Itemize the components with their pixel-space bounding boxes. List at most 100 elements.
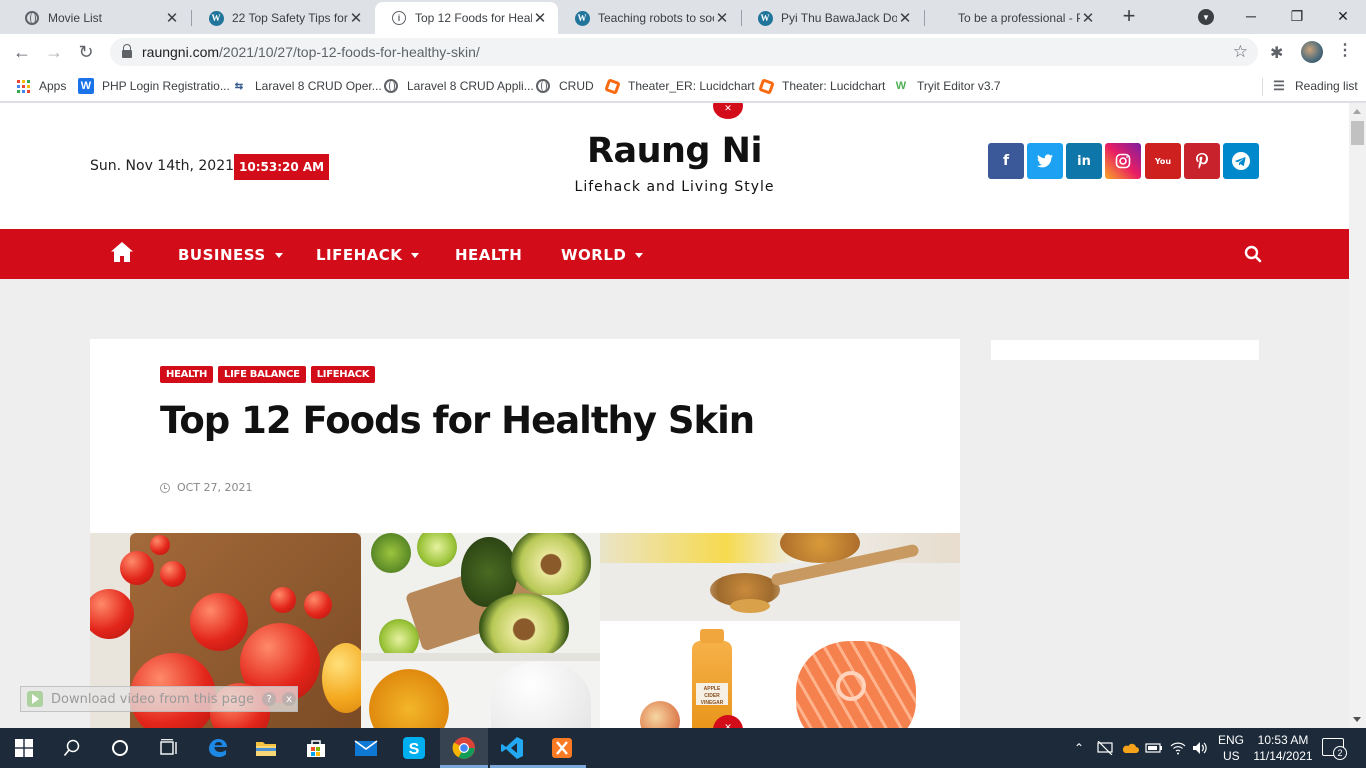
language-indicator[interactable]: ENG US xyxy=(1218,732,1244,764)
vscode-icon[interactable] xyxy=(500,736,524,760)
twitter-icon[interactable] xyxy=(1027,143,1063,179)
instagram-icon[interactable] xyxy=(1105,143,1141,179)
sidebar-widget xyxy=(991,340,1259,360)
lang-line1: ENG xyxy=(1218,733,1245,747)
close-icon[interactable]: ✕ xyxy=(897,9,913,27)
vinegar-salmon-photo: APPLE CIDER VINEGAR xyxy=(600,621,960,728)
telegram-icon[interactable] xyxy=(1223,143,1259,179)
wifi-icon[interactable] xyxy=(1170,728,1186,768)
profile-avatar[interactable] xyxy=(1301,41,1323,63)
bookmark-theater-er[interactable]: Theater_ER: Lucidchart xyxy=(603,77,755,95)
tab-strip: Movie List ✕ W 22 Top Safety Tips for Tr… xyxy=(0,0,1366,34)
address-bar[interactable]: raungni.com/2021/10/27/top-12-foods-for-… xyxy=(110,38,1258,66)
nav-health[interactable]: HEALTH xyxy=(455,246,522,264)
bookmark-star-icon[interactable]: ☆ xyxy=(1233,42,1248,62)
page-scrollbar[interactable] xyxy=(1349,103,1366,728)
globe-icon xyxy=(24,10,40,26)
close-icon[interactable]: ✕ xyxy=(1080,9,1096,27)
reading-list-label: Reading list xyxy=(1295,79,1358,93)
linkedin-icon[interactable]: in xyxy=(1066,143,1102,179)
tab-safety-tips[interactable]: W 22 Top Safety Tips for Tr ✕ xyxy=(192,2,374,34)
back-button[interactable]: ← xyxy=(10,40,34,64)
forward-button[interactable]: → xyxy=(42,40,66,64)
edge-icon[interactable] xyxy=(206,736,230,760)
article-card: HEALTH LIFE BALANCE LIFEHACK Top 12 Food… xyxy=(90,339,960,728)
bookmark-laravel-crud-appli[interactable]: Laravel 8 CRUD Appli... xyxy=(383,78,534,94)
mail-icon[interactable] xyxy=(354,736,378,760)
bookmark-apps[interactable]: Apps xyxy=(15,78,66,94)
tab-healthy-skin[interactable]: i Top 12 Foods for Health ✕ xyxy=(375,2,558,34)
download-video-bar[interactable]: Download video from this page ? x xyxy=(20,686,298,712)
scroll-up-arrow-icon[interactable] xyxy=(1353,109,1361,114)
bookmark-laravel-crud-oper[interactable]: ⇆ Laravel 8 CRUD Oper... xyxy=(231,78,382,94)
search-icon[interactable] xyxy=(60,736,84,760)
cloud-icon[interactable] xyxy=(1121,728,1139,768)
bookmark-label: Theater_ER: Lucidchart xyxy=(628,79,755,93)
skype-icon[interactable]: S xyxy=(402,736,426,760)
nav-world[interactable]: WORLD xyxy=(561,246,644,264)
file-explorer-icon[interactable] xyxy=(254,736,278,760)
category-tags: HEALTH LIFE BALANCE LIFEHACK xyxy=(160,366,376,383)
close-icon[interactable]: ✕ xyxy=(532,9,548,27)
close-icon[interactable]: ✕ xyxy=(164,9,180,27)
bookmark-php-login[interactable]: W PHP Login Registratio... xyxy=(78,78,230,94)
bookmarks-bar: Apps W PHP Login Registratio... ⇆ Larave… xyxy=(0,70,1366,102)
tab-movie-list[interactable]: Movie List ✕ xyxy=(8,2,190,34)
pinterest-icon[interactable] xyxy=(1184,143,1220,179)
minimize-button[interactable]: ─ xyxy=(1228,0,1274,32)
tab-pyi-thu[interactable]: W Pyi Thu BawaJack Dorse ✕ xyxy=(741,2,923,34)
reload-button[interactable]: ↻ xyxy=(74,40,98,64)
extensions-icon[interactable]: ✱ xyxy=(1270,43,1288,62)
close-icon[interactable]: x xyxy=(282,692,297,706)
help-icon[interactable]: ? xyxy=(262,692,277,706)
nav-lifehack[interactable]: LIFEHACK xyxy=(316,246,420,264)
youtube-icon[interactable]: You xyxy=(1145,143,1181,179)
facebook-icon[interactable]: f xyxy=(988,143,1024,179)
nav-label: LIFEHACK xyxy=(316,246,403,264)
nav-business[interactable]: BUSINESS xyxy=(178,246,283,264)
xampp-icon[interactable] xyxy=(550,736,574,760)
tryit-icon: W xyxy=(895,80,907,92)
show-hidden-icons[interactable]: ⌃ xyxy=(1074,728,1084,768)
task-view-icon[interactable] xyxy=(156,736,180,760)
tab-search-icon[interactable]: ▼ xyxy=(1198,9,1214,25)
reading-list-button[interactable]: ☰ Reading list xyxy=(1271,78,1358,94)
download-video-label[interactable]: Download video from this page xyxy=(51,692,254,707)
home-icon[interactable] xyxy=(110,241,134,263)
collapse-handle-top[interactable]: ✕ xyxy=(713,103,743,119)
bookmark-tryit-editor[interactable]: W Tryit Editor v3.7 xyxy=(893,78,1001,94)
search-icon[interactable] xyxy=(1244,245,1262,263)
cortana-icon[interactable] xyxy=(108,736,132,760)
browser-menu-icon[interactable]: ⋮ xyxy=(1336,42,1354,62)
nav-label: WORLD xyxy=(561,246,627,264)
url-text[interactable]: raungni.com/2021/10/27/top-12-foods-for-… xyxy=(142,44,480,60)
tab-teaching-robots[interactable]: W Teaching robots to socia ✕ xyxy=(558,2,740,34)
close-icon[interactable]: ✕ xyxy=(714,9,730,27)
restore-button[interactable]: ❐ xyxy=(1274,0,1320,32)
taskbar-clock[interactable]: 10:53 AM 11/14/2021 xyxy=(1250,732,1316,764)
close-window-button[interactable]: ✕ xyxy=(1320,0,1366,32)
microsoft-store-icon[interactable] xyxy=(304,736,328,760)
scroll-thumb[interactable] xyxy=(1351,121,1364,145)
bookmark-label: PHP Login Registratio... xyxy=(102,79,230,93)
category-health[interactable]: HEALTH xyxy=(160,366,214,383)
battery-icon[interactable] xyxy=(1145,728,1163,768)
bookmark-crud[interactable]: CRUD xyxy=(535,78,594,94)
lock-icon[interactable] xyxy=(122,44,132,58)
tab-title: Teaching robots to socia xyxy=(598,11,714,25)
reading-list-icon: ☰ xyxy=(1273,78,1285,93)
bookmark-label: Theater: Lucidchart xyxy=(782,79,886,93)
category-lifehack[interactable]: LIFEHACK xyxy=(310,366,376,383)
site-header: ✕ Sun. Nov 14th, 2021 10:53:20 AM Raung … xyxy=(0,103,1349,229)
bookmark-theater[interactable]: Theater: Lucidchart xyxy=(757,77,886,95)
new-tab-button[interactable]: + xyxy=(1118,5,1140,28)
volume-icon[interactable] xyxy=(1192,728,1208,768)
article-date[interactable]: OCT 27, 2021 xyxy=(160,481,253,494)
category-life-balance[interactable]: LIFE BALANCE xyxy=(218,366,306,383)
close-icon[interactable]: ✕ xyxy=(348,9,364,27)
scroll-down-arrow-icon[interactable] xyxy=(1353,717,1361,722)
tab-professional[interactable]: To be a professional - Py ✕ xyxy=(924,2,1106,34)
network-off-icon[interactable] xyxy=(1097,728,1113,768)
chrome-icon[interactable] xyxy=(452,736,476,760)
windows-start-icon[interactable] xyxy=(12,736,36,760)
